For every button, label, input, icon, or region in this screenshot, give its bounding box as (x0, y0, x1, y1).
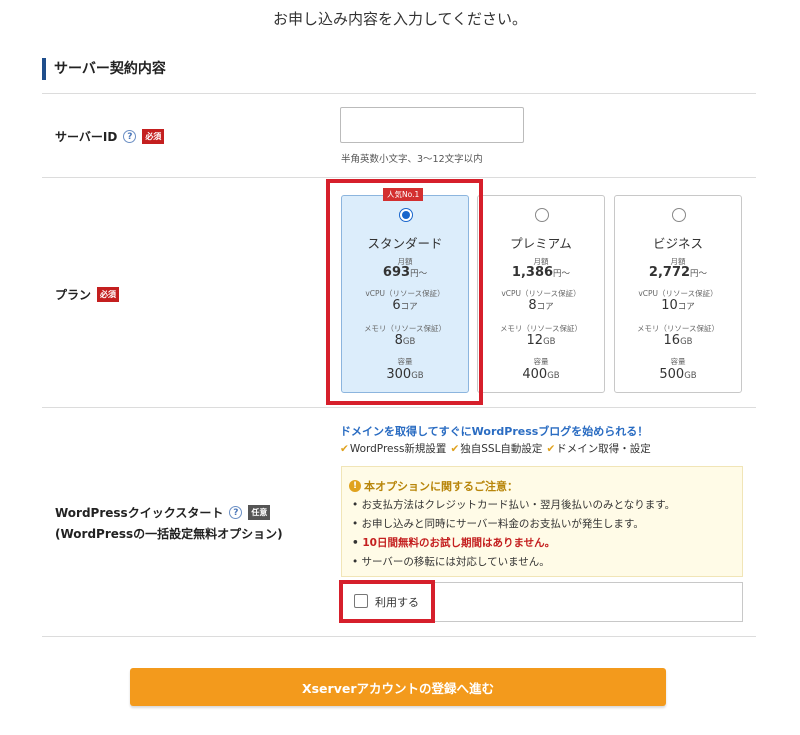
page-heading: お申し込み内容を入力してください。 (272, 10, 528, 28)
plan-price: 1,386円～ (511, 265, 571, 280)
notice-title: ! 本オプションに関するご注意： (349, 478, 518, 494)
use-option-label[interactable]: 利用する (375, 594, 419, 610)
plan-card-premium[interactable]: プレミアム 月額 1,386円～ vCPU（リソース保証） 8コア メモリ（リソ… (477, 195, 605, 393)
optional-badge: 任意 (248, 505, 271, 520)
register-account-button[interactable]: Xserverアカウントの登録へ進む (130, 668, 666, 706)
notice-item: お支払方法はクレジットカード払い・翌月後払いのみとなります。 (352, 496, 676, 515)
use-option-checkbox[interactable] (354, 594, 368, 608)
help-icon[interactable]: ? (229, 506, 243, 519)
plan-disk: 300GB (386, 367, 424, 382)
divider (42, 636, 756, 637)
plan-name: ビジネス (652, 236, 703, 251)
feature-item: ✔ドメイン取得・設定 (546, 443, 651, 455)
divider (42, 93, 756, 94)
plan-disk: 400GB (522, 367, 560, 382)
plan-name: スタンダード (367, 236, 443, 251)
wp-sublabel: (WordPressの一括設定無料オプション) (55, 527, 283, 541)
notice-list: お支払方法はクレジットカード払い・翌月後払いのみとなります。 お申し込みと同時に… (352, 496, 676, 572)
check-icon: ✔ (340, 443, 349, 455)
disk-label: 容量 (670, 357, 686, 366)
required-badge: 必須 (142, 129, 165, 144)
server-id-label-group: サーバーID ? 必須 (55, 128, 165, 145)
warning-icon: ! (349, 480, 361, 492)
feature-list: ✔WordPress新規設置 ✔独自SSL自動設定 ✔ドメイン取得・設定 (340, 441, 651, 456)
feature-item: ✔独自SSL自動設定 (450, 443, 543, 455)
notice-item: 10日間無料のお試し期間はありません。 (352, 534, 675, 553)
plan-memory: 16GB (663, 333, 693, 348)
plan-radio-premium[interactable] (535, 208, 549, 222)
popular-badge: 人気No.1 (383, 188, 424, 201)
divider (42, 177, 756, 178)
plan-cpu: 8コア (528, 298, 554, 313)
notice-box: ! 本オプションに関するご注意： お支払方法はクレジットカード払い・翌月後払いの… (341, 466, 743, 577)
plan-price: 2,772円～ (648, 265, 708, 280)
plan-label: プラン (55, 288, 92, 302)
server-id-hint: 半角英数小文字、3～12文字以内 (341, 154, 483, 165)
check-icon: ✔ (450, 443, 460, 455)
notice-item: お申し込みと同時にサーバー料金のお支払いが発生します。 (352, 515, 675, 534)
plan-radio-business[interactable] (672, 208, 686, 222)
wp-promo-text: ドメインを取得してすぐにWordPressブログを始められる！ (340, 425, 649, 438)
section-title: サーバー契約内容 (42, 58, 166, 80)
required-badge: 必須 (97, 287, 120, 302)
divider (42, 407, 756, 408)
server-id-input[interactable] (340, 107, 524, 143)
plan-memory: 8GB (394, 333, 416, 348)
plan-radio-standard[interactable] (399, 208, 413, 222)
plan-card-business[interactable]: ビジネス 月額 2,772円～ vCPU（リソース保証） 10コア メモリ（リソ… (614, 195, 742, 393)
check-icon: ✔ (546, 443, 556, 455)
plan-price: 693円～ (382, 265, 428, 280)
disk-label: 容量 (397, 357, 413, 366)
plan-cpu: 10コア (661, 298, 695, 313)
plan-card-standard[interactable]: スタンダード 月額 693円～ vCPU（リソース保証） 6コア メモリ（リソー… (341, 195, 469, 393)
plan-cpu: 6コア (392, 298, 418, 313)
plan-disk: 500GB (659, 367, 697, 382)
wp-label-group: WordPressクイックスタート ? 任意 (WordPressの一括設定無料… (55, 504, 283, 542)
notice-item: サーバーの移転には対応していません。 (352, 553, 675, 572)
plan-memory: 12GB (526, 333, 556, 348)
feature-item: ✔WordPress新規設置 (340, 443, 447, 455)
disk-label: 容量 (533, 357, 549, 366)
server-id-label: サーバーID (55, 130, 118, 144)
plan-name: プレミアム (510, 236, 572, 251)
plan-label-group: プラン 必須 (55, 286, 120, 303)
wp-label: WordPressクイックスタート (55, 506, 224, 520)
help-icon[interactable]: ? (123, 130, 137, 143)
